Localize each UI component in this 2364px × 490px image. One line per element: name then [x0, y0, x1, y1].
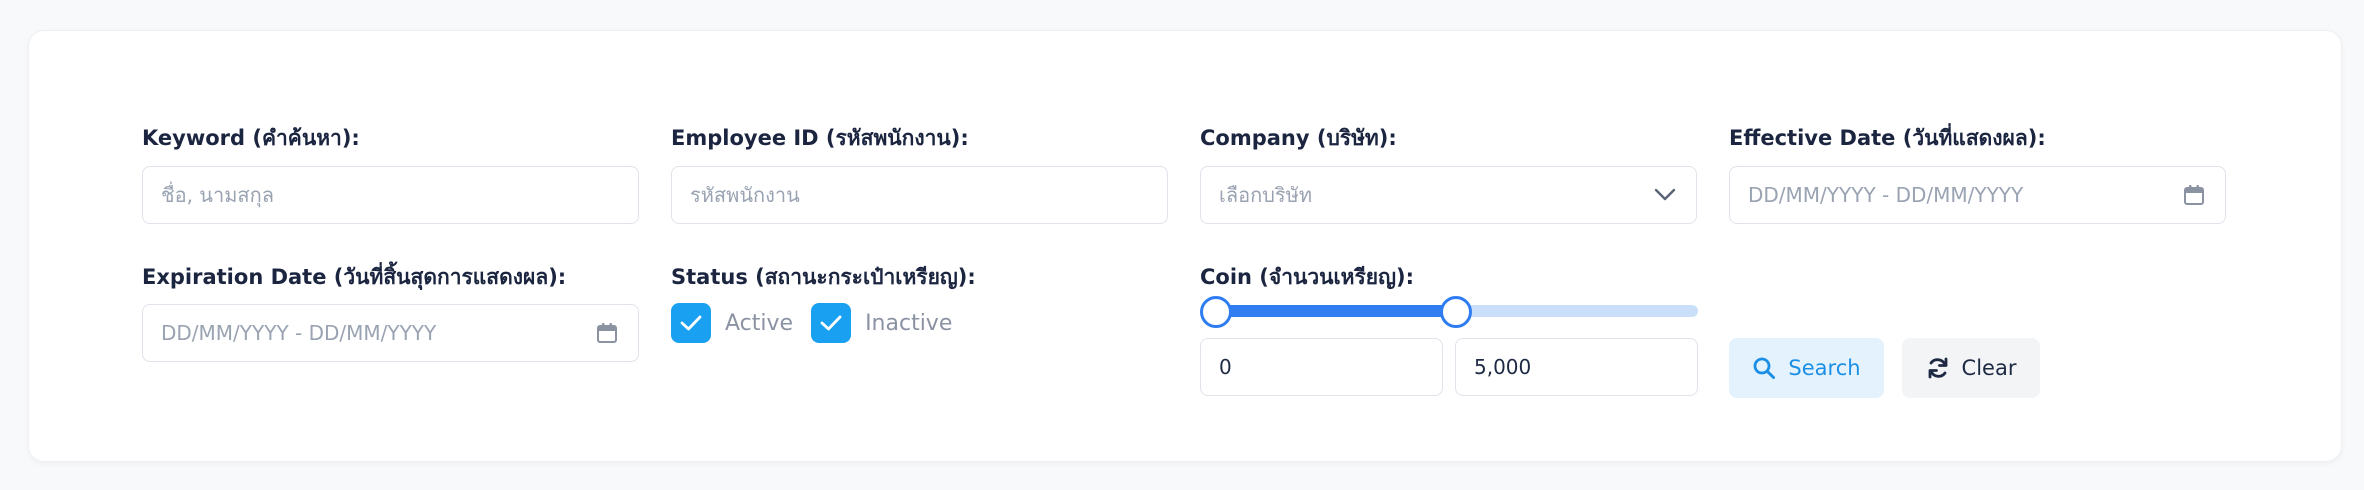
expiration-date-picker[interactable]: DD/MM/YYYY - DD/MM/YYYY — [142, 304, 639, 362]
check-icon — [820, 315, 842, 331]
expiration-date-label: Expiration Date (วันที่สิ้นสุดการแสดงผล)… — [142, 265, 567, 289]
check-icon — [680, 315, 702, 331]
chevron-down-icon — [1654, 188, 1676, 202]
coin-max-input[interactable]: 5,000 — [1455, 338, 1698, 396]
coin-label: Coin (จำนวนเหรียญ): — [1200, 265, 1414, 289]
employee-id-label: Employee ID (รหัสพนักงาน): — [671, 126, 969, 150]
company-select[interactable]: เลือกบริษัท — [1200, 166, 1697, 224]
search-button-label: Search — [1788, 356, 1861, 380]
effective-date-label: Effective Date (วันที่แสดงผล): — [1729, 126, 2046, 150]
company-placeholder: เลือกบริษัท — [1219, 183, 1313, 207]
company-label: Company (บริษัท): — [1200, 126, 1397, 150]
coin-slider-fill — [1214, 305, 1456, 317]
coin-slider-max-handle[interactable] — [1440, 296, 1472, 328]
keyword-label: Keyword (คำค้นหา): — [142, 126, 360, 150]
status-label: Status (สถานะกระเป๋าเหรียญ): — [671, 265, 976, 289]
keyword-input[interactable]: ชื่อ, นามสกุล — [142, 166, 639, 224]
effective-date-picker[interactable]: DD/MM/YYYY - DD/MM/YYYY — [1729, 166, 2226, 224]
calendar-icon[interactable] — [596, 322, 618, 344]
coin-max-value: 5,000 — [1474, 355, 1532, 379]
search-button[interactable]: Search — [1729, 338, 1884, 398]
coin-slider-min-handle[interactable] — [1200, 296, 1232, 328]
coin-min-input[interactable]: 0 — [1200, 338, 1443, 396]
active-label: Active — [725, 310, 794, 336]
active-checkbox[interactable] — [671, 303, 711, 343]
inactive-checkbox[interactable] — [811, 303, 852, 343]
effective-date-placeholder: DD/MM/YYYY - DD/MM/YYYY — [1748, 183, 2024, 207]
clear-button-label: Clear — [1961, 356, 2017, 380]
employee-id-placeholder: รหัสพนักงาน — [690, 183, 800, 207]
employee-id-input[interactable]: รหัสพนักงาน — [671, 166, 1168, 224]
clear-button[interactable]: Clear — [1902, 338, 2040, 398]
status-options: Active Inactive — [671, 303, 970, 343]
expiration-date-placeholder: DD/MM/YYYY - DD/MM/YYYY — [161, 321, 437, 345]
search-icon — [1754, 357, 1776, 379]
refresh-icon — [1928, 357, 1947, 379]
keyword-placeholder: ชื่อ, นามสกุล — [161, 183, 274, 207]
coin-min-value: 0 — [1219, 355, 1232, 379]
inactive-label: Inactive — [865, 310, 953, 336]
calendar-icon[interactable] — [2183, 184, 2205, 206]
